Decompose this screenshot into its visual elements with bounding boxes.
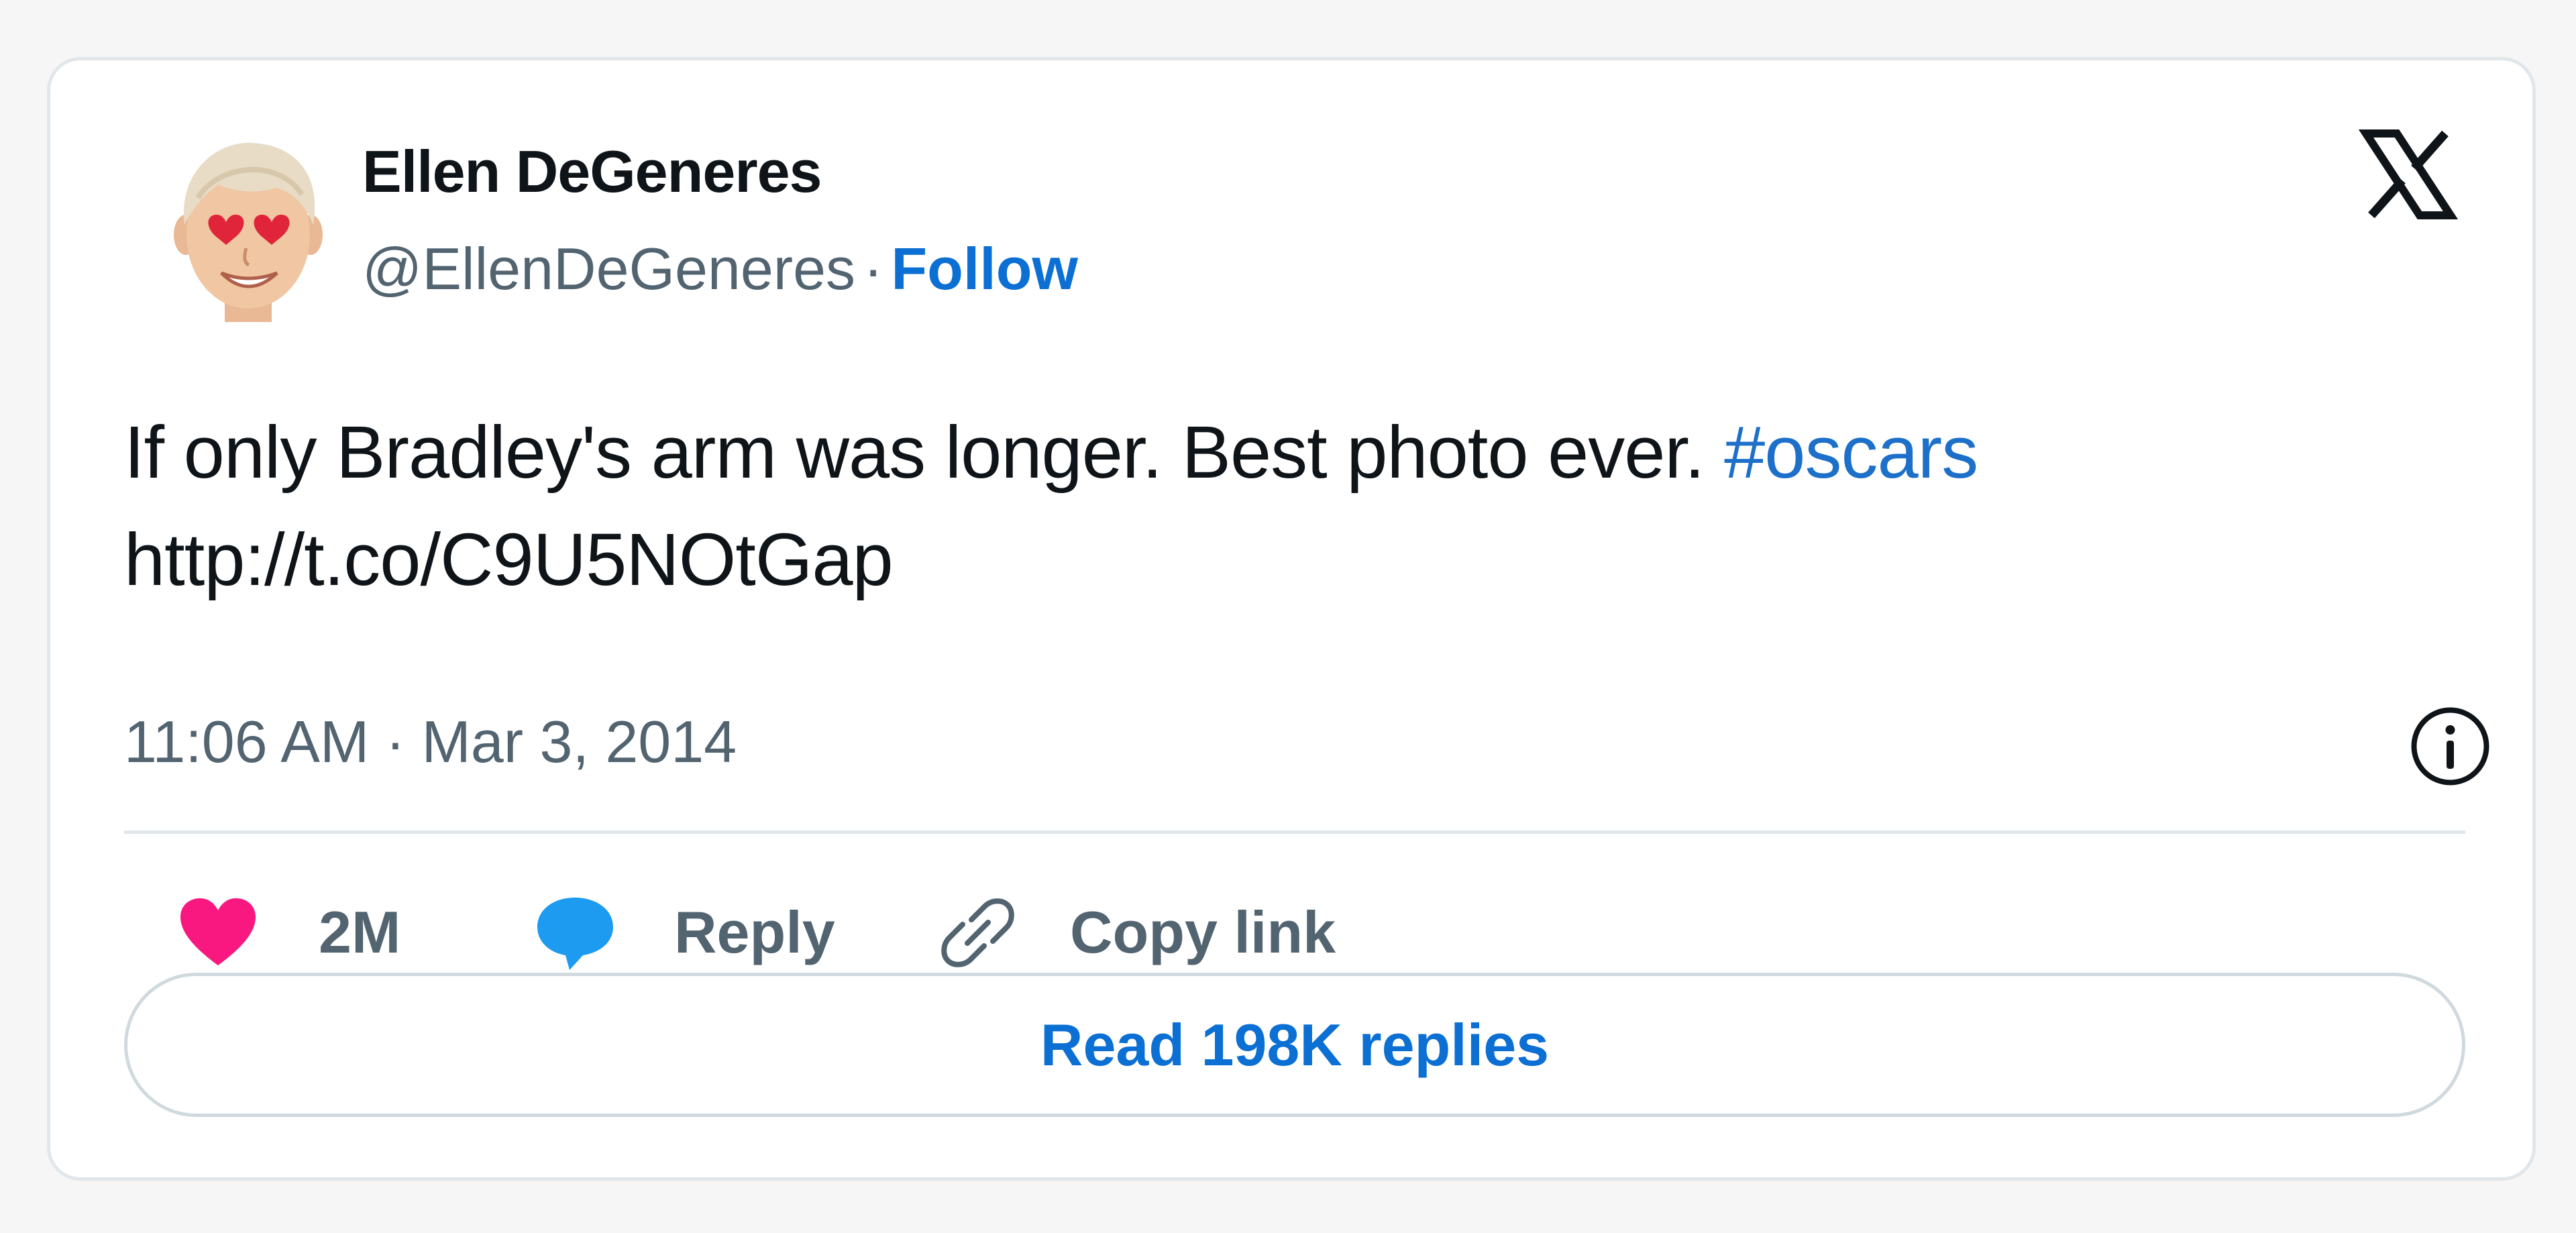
heart-icon xyxy=(180,898,256,965)
display-name[interactable]: Ellen DeGeneres xyxy=(362,138,822,206)
avatar[interactable] xyxy=(158,124,339,325)
like-button[interactable]: 2M xyxy=(178,889,400,976)
link-icon xyxy=(941,898,1014,967)
tweet-card: Ellen DeGeneres @EllenDeGeneres · Follow I… xyxy=(47,57,2536,1181)
user-handle[interactable]: @EllenDeGeneres xyxy=(362,235,855,302)
reply-button[interactable]: Reply xyxy=(533,889,835,976)
info-icon[interactable] xyxy=(2408,704,2492,788)
tweet-timestamp[interactable]: 11:06 AM · Mar 3, 2014 xyxy=(124,708,737,776)
tweet-body: If only Bradley's arm was longer. Best p… xyxy=(124,411,1705,494)
separator-dot: · xyxy=(863,235,883,302)
tweet-time: 11:06 AM xyxy=(124,708,370,775)
tweet-url-link[interactable]: http://t.co/C9U5NOtGap xyxy=(124,519,894,601)
tweet-date: Mar 3, 2014 xyxy=(421,708,737,775)
separator-dot: · xyxy=(385,708,406,775)
read-replies-button[interactable]: Read 198K replies xyxy=(124,973,2465,1117)
hashtag-link[interactable]: #oscars xyxy=(1724,411,1978,494)
divider xyxy=(124,830,2465,834)
handle-row: @EllenDeGeneres · Follow xyxy=(362,235,1078,303)
speech-bubble-icon xyxy=(537,898,613,970)
ellen-emoji-avatar-icon xyxy=(174,142,323,322)
tweet-text: If only Bradley's arm was longer. Best p… xyxy=(124,399,2472,614)
like-count: 2M xyxy=(319,899,401,965)
x-logo-icon[interactable] xyxy=(2358,124,2459,225)
follow-link[interactable]: Follow xyxy=(891,235,1078,302)
reply-label: Reply xyxy=(674,899,835,965)
copy-link-label: Copy link xyxy=(1070,899,1336,965)
copy-link-button[interactable]: Copy link xyxy=(939,889,1336,976)
